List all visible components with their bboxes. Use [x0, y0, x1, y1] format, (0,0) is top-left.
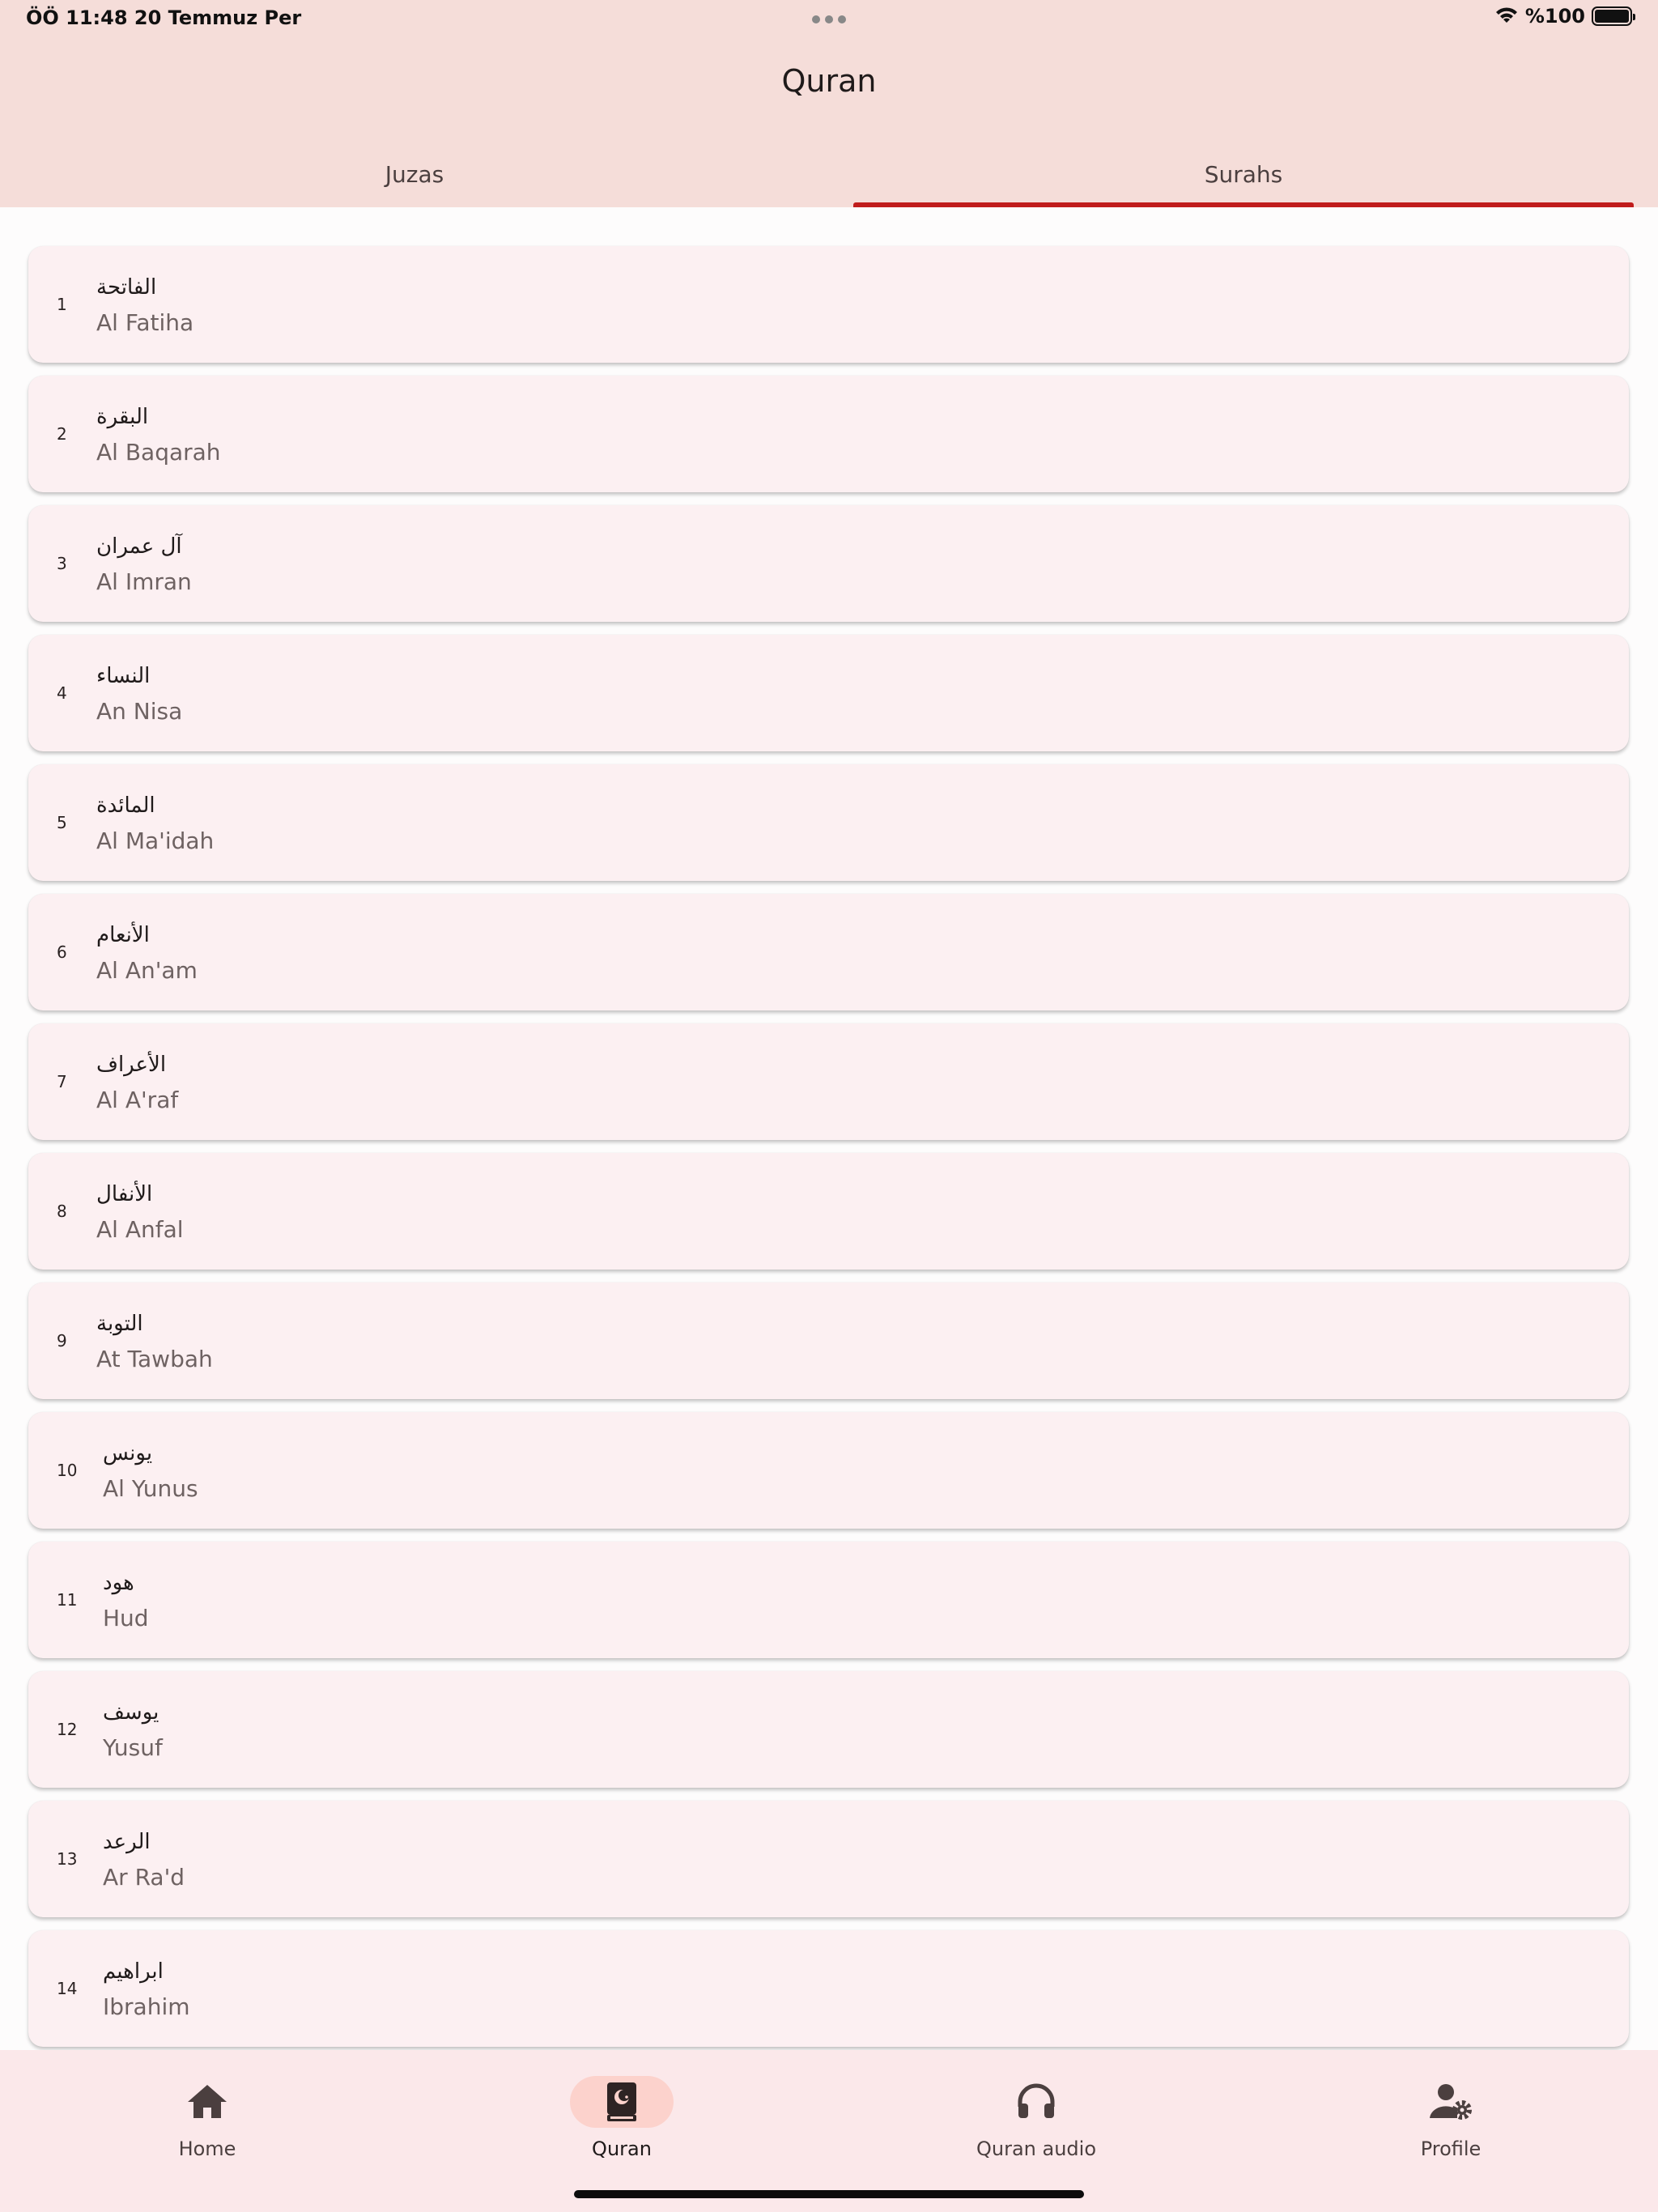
surah-number: 1	[57, 295, 67, 314]
surah-arabic-name: المائدة	[96, 793, 155, 818]
page-title: Quran	[781, 63, 877, 99]
surah-number: 12	[57, 1720, 78, 1739]
surah-name: Al An'am	[96, 957, 198, 984]
tab-indicator	[853, 202, 1634, 207]
surah-card[interactable]: 3 آل عمران Al Imran	[28, 505, 1629, 622]
nav-home-label: Home	[178, 2138, 236, 2160]
surah-arabic-name: يوسف	[103, 1700, 159, 1725]
surah-number: 14	[57, 1979, 78, 1998]
nav-profile-label: Profile	[1420, 2138, 1482, 2160]
home-icon	[188, 2085, 227, 2118]
surah-card[interactable]: 2 البقرة Al Baqarah	[28, 376, 1629, 492]
surah-list: 1 الفاتحة Al Fatiha 2 البقرة Al Baqarah …	[28, 246, 1629, 2060]
surah-number: 5	[57, 813, 67, 832]
surah-arabic-name: الفاتحة	[96, 275, 157, 300]
surah-card[interactable]: 4 النساء An Nisa	[28, 635, 1629, 751]
surah-card[interactable]: 11 هود Hud	[28, 1542, 1629, 1658]
surah-arabic-name: الأنفال	[96, 1182, 153, 1206]
nav-profile-indicator	[1399, 2076, 1503, 2128]
tab-bar: Juzas Surahs	[0, 147, 1658, 207]
surah-name: Ar Ra'd	[103, 1864, 185, 1891]
surah-name: Yusuf	[103, 1734, 163, 1761]
surah-card[interactable]: 10 يونس Al Yunus	[28, 1412, 1629, 1529]
status-right: %100	[1494, 5, 1635, 28]
surah-arabic-name: الرعد	[103, 1830, 151, 1854]
battery-percent: %100	[1524, 5, 1585, 28]
nav-quran-indicator	[570, 2076, 674, 2128]
wifi-icon	[1495, 7, 1517, 23]
bottom-navigation-bar: Home Quran Quran audio Profile	[0, 2050, 1658, 2212]
profile-settings-icon	[1430, 2084, 1472, 2120]
surah-card[interactable]: 8 الأنفال Al Anfal	[28, 1153, 1629, 1270]
surah-number: 9	[57, 1331, 67, 1351]
surah-number: 8	[57, 1202, 67, 1221]
tab-juzas[interactable]: Juzas	[0, 147, 829, 207]
surah-name: An Nisa	[96, 698, 183, 725]
nav-home[interactable]: Home	[0, 2050, 414, 2180]
surah-arabic-name: الأعراف	[96, 1053, 167, 1077]
surah-number: 10	[57, 1461, 78, 1480]
surah-name: Al Ma'idah	[96, 827, 215, 854]
surah-arabic-name: يونس	[103, 1441, 153, 1465]
surah-number: 13	[57, 1849, 78, 1869]
tab-surahs[interactable]: Surahs	[829, 147, 1658, 207]
surah-name: Al Fatiha	[96, 309, 194, 336]
surah-arabic-name: آل عمران	[96, 534, 182, 559]
surah-card[interactable]: 5 المائدة Al Ma'idah	[28, 764, 1629, 881]
surah-card[interactable]: 1 الفاتحة Al Fatiha	[28, 246, 1629, 363]
surah-name: Al Baqarah	[96, 439, 221, 466]
nav-home-indicator	[155, 2076, 259, 2128]
surah-name: Al Imran	[96, 568, 192, 595]
surah-card[interactable]: 13 الرعد Ar Ra'd	[28, 1801, 1629, 1917]
surah-name: Ibrahim	[103, 1993, 190, 2020]
battery-icon	[1592, 6, 1635, 26]
surah-card[interactable]: 7 الأعراف Al A'raf	[28, 1023, 1629, 1140]
surah-card[interactable]: 9 التوبة At Tawbah	[28, 1283, 1629, 1399]
nav-quran-audio-label: Quran audio	[976, 2138, 1097, 2160]
surah-number: 3	[57, 554, 67, 573]
nav-quran-audio-indicator	[984, 2076, 1088, 2128]
surah-name: Al Anfal	[96, 1216, 184, 1243]
surah-name: Hud	[103, 1605, 149, 1631]
multitasking-dots-icon[interactable]	[812, 15, 846, 23]
nav-quran-audio[interactable]: Quran audio	[829, 2050, 1244, 2180]
surah-number: 7	[57, 1072, 67, 1091]
surah-card[interactable]: 12 يوسف Yusuf	[28, 1671, 1629, 1788]
surah-number: 4	[57, 683, 67, 703]
status-time-date: ÖÖ 11:48 20 Temmuz Per	[26, 6, 302, 29]
surah-card[interactable]: 6 الأنعام Al An'am	[28, 894, 1629, 1010]
home-indicator[interactable]	[574, 2190, 1084, 2198]
surah-arabic-name: الأنعام	[96, 923, 150, 947]
surah-arabic-name: التوبة	[96, 1312, 143, 1336]
surah-arabic-name: هود	[103, 1571, 134, 1595]
headphones-icon	[1018, 2083, 1055, 2118]
surah-number: 11	[57, 1590, 78, 1610]
surah-number: 2	[57, 424, 67, 444]
nav-quran[interactable]: Quran	[414, 2050, 829, 2180]
surah-arabic-name: النساء	[96, 664, 151, 688]
surah-name: Al A'raf	[96, 1087, 179, 1113]
nav-quran-label: Quran	[592, 2138, 652, 2160]
surah-card[interactable]: 14 ابراهيم Ibrahim	[28, 1930, 1629, 2047]
surah-arabic-name: ابراهيم	[103, 1959, 164, 1984]
quran-book-icon	[607, 2082, 636, 2121]
nav-profile[interactable]: Profile	[1244, 2050, 1658, 2180]
surah-arabic-name: البقرة	[96, 405, 149, 429]
status-bar: ÖÖ 11:48 20 Temmuz Per %100	[0, 0, 1658, 39]
surah-name: Al Yunus	[103, 1475, 198, 1502]
surah-name: At Tawbah	[96, 1346, 213, 1372]
surah-number: 6	[57, 942, 67, 962]
